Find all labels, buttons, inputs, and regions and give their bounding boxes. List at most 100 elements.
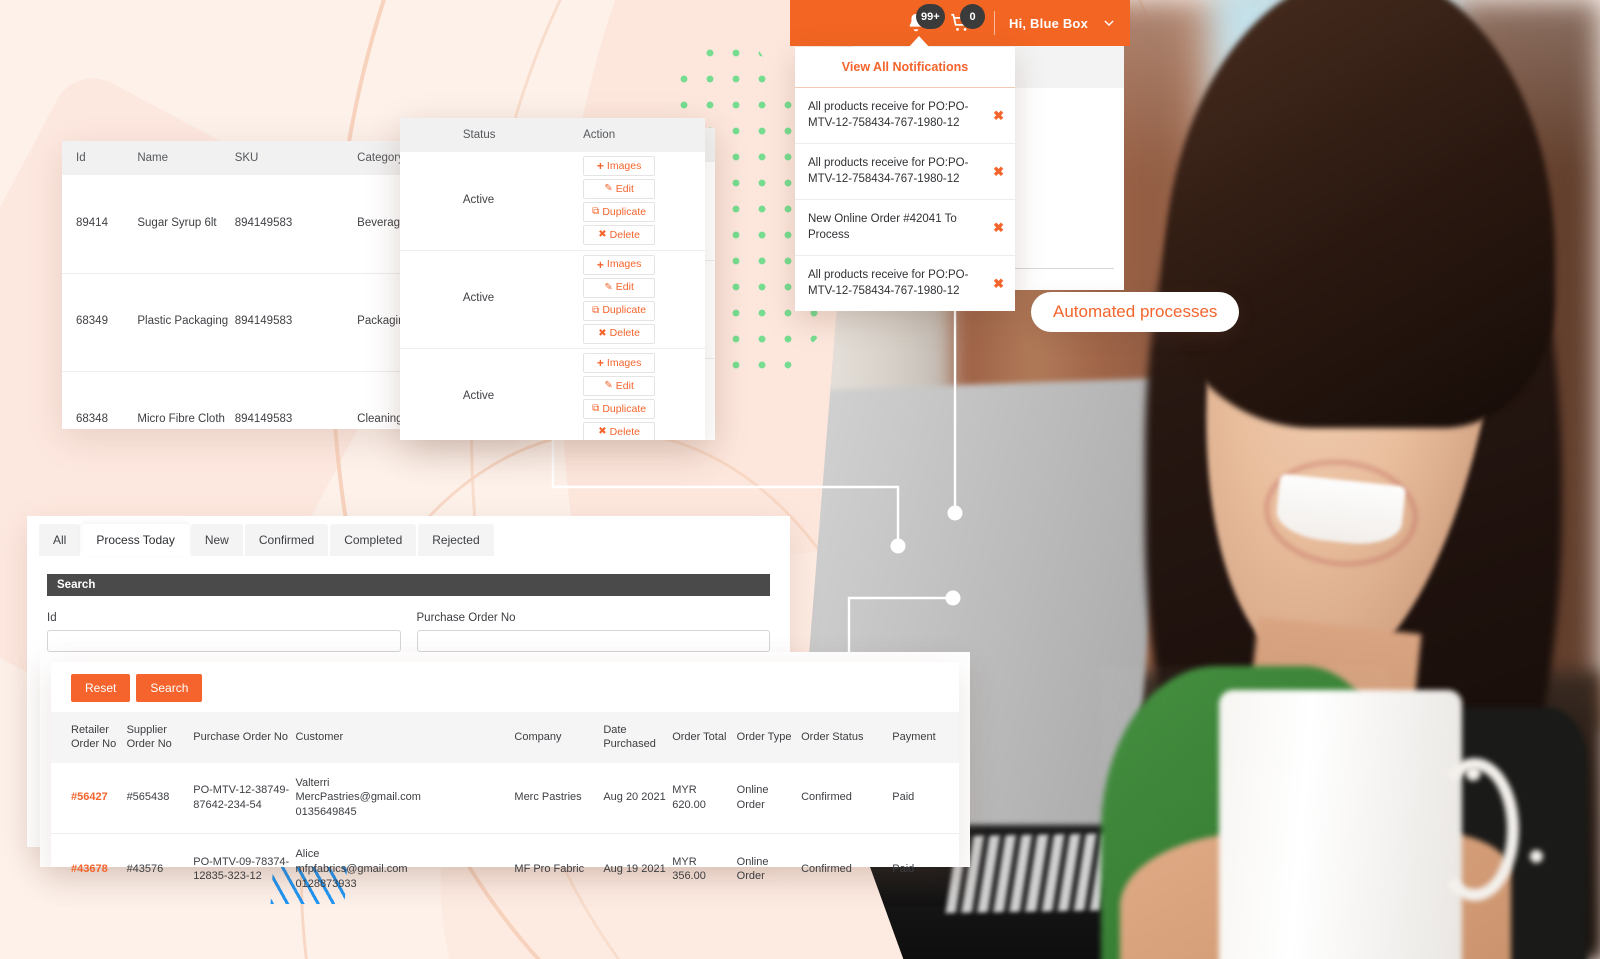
list-item[interactable]: All products receive for PO:PO-MTV-12-75… (795, 144, 1015, 201)
orders-table-body: #56427 #565438 PO-MTV-12-38749-87642-234… (51, 762, 959, 905)
edit-button[interactable]: ✎Edit (583, 375, 656, 396)
orders-action-buttons: Reset Search (51, 662, 959, 712)
cell-date-purchased: Aug 20 2021 (603, 762, 673, 835)
delete-button[interactable]: ✖Delete (583, 323, 656, 344)
reset-button[interactable]: Reset (71, 674, 131, 702)
cross-icon: ✖ (598, 229, 607, 241)
plus-icon: + (596, 355, 604, 370)
images-label: Images (606, 356, 642, 369)
topbar-divider (994, 11, 996, 35)
duplicate-button[interactable]: ⧉Duplicate (583, 202, 656, 223)
tab-rejected[interactable]: Rejected (418, 524, 494, 556)
pencil-icon: ✎ (604, 183, 613, 195)
delete-button[interactable]: ✖Delete (583, 225, 656, 246)
edit-label: Edit (615, 281, 634, 294)
cell-status: Active (462, 152, 584, 251)
col-id: Id (62, 141, 138, 175)
retailer-order-link[interactable]: #56427 (71, 791, 108, 803)
cell-id: 68348 (76, 413, 108, 426)
cell-sku: 894149583 (234, 175, 358, 274)
user-greeting[interactable]: Hi, Blue Box (1009, 16, 1088, 31)
cell-stock-alert: topup stock (400, 348, 463, 440)
duplicate-button[interactable]: ⧉Duplicate (583, 300, 656, 321)
po-field-label: Purchase Order No (416, 612, 516, 624)
list-item[interactable]: New Online Order #42041 To Process ✖ (795, 200, 1015, 257)
cell-payment: Paid (892, 762, 959, 835)
status-badge: Confirmed (801, 762, 893, 835)
po-field-group: Purchase Order No (416, 612, 770, 652)
search-button[interactable]: Search (136, 674, 203, 702)
images-label: Images (606, 258, 642, 271)
tab-all[interactable]: All (39, 524, 81, 556)
notification-text: New Online Order #42041 To Process (808, 213, 957, 241)
delete-label: Delete (609, 425, 641, 438)
view-all-notifications-link[interactable]: View All Notifications (795, 47, 1015, 88)
cell-order-type: Online Order (736, 762, 802, 835)
col-order-type: Order Type (736, 712, 802, 763)
close-icon[interactable]: ✖ (993, 164, 1004, 180)
cart-button[interactable]: 0 (938, 0, 986, 46)
table-row: #43678 #43576 PO-MTV-09-78374-12835-323-… (51, 834, 959, 905)
cell-id: 68349 (62, 273, 138, 372)
search-po-input[interactable] (416, 630, 770, 652)
notification-text: All products receive for PO:PO-MTV-12-75… (808, 157, 969, 185)
cross-icon: ✖ (598, 425, 607, 437)
edit-button[interactable]: ✎Edit (583, 277, 656, 298)
table-row: limited unit Active +Images ✎Edit ⧉Dupli… (400, 152, 705, 251)
col-sku: SKU (234, 141, 358, 175)
pencil-icon: ✎ (604, 281, 613, 293)
tab-process-today[interactable]: Process Today (82, 524, 189, 556)
cell-name: Micro Fibre Cloth (137, 413, 225, 426)
customer-email: MercPastries@gmail.com (295, 791, 421, 804)
chevron-down-icon[interactable] (1102, 16, 1116, 30)
cell-action: +Images ✎Edit ⧉Duplicate ✖Delete (583, 250, 705, 349)
tab-confirmed[interactable]: Confirmed (244, 524, 329, 556)
col-order-status: Order Status (801, 712, 893, 763)
images-button[interactable]: +Images (583, 156, 656, 177)
images-button[interactable]: +Images (583, 254, 656, 275)
customer-phone: 0135649845 (295, 806, 357, 819)
cell-order-total: MYR 356.00 (672, 855, 706, 883)
id-field-group: Id (47, 612, 401, 652)
cell-purchase-order-no: PO-MTV-09-78374-12835-323-12 (193, 855, 290, 883)
cell-supplier-order-no: #43576 (126, 862, 164, 875)
status-badge: Confirmed (801, 862, 852, 875)
close-icon[interactable]: ✖ (993, 276, 1004, 292)
notification-text: All products receive for PO:PO-MTV-12-75… (808, 101, 969, 129)
cell-company: MF Pro Fabric (514, 862, 585, 875)
plus-icon: + (596, 159, 604, 174)
edit-button[interactable]: ✎Edit (583, 179, 656, 200)
list-item[interactable]: All products receive for PO:PO-MTV-12-75… (795, 256, 1015, 311)
col-payment: Payment (892, 712, 959, 763)
duplicate-button[interactable]: ⧉Duplicate (583, 398, 656, 419)
col-stock-alert: Stock Alert (400, 118, 463, 152)
products-table-panel-front: Stock UOM Stock Alert Status Action limi… (400, 118, 705, 440)
cell-customer: Valterri MercPastries@gmail.com 01356498… (295, 762, 515, 835)
col-company: Company (514, 712, 604, 763)
images-button[interactable]: +Images (583, 352, 656, 373)
cell-order-type: Online Order (736, 855, 769, 883)
delete-label: Delete (609, 327, 641, 340)
customer-name: Valterri (295, 776, 330, 789)
list-item[interactable]: All products receive for PO:PO-MTV-12-75… (795, 88, 1015, 145)
copy-icon: ⧉ (592, 402, 600, 414)
notifications-dropdown: View All Notifications All products rece… (795, 47, 1015, 312)
col-order-total: Order Total (672, 712, 737, 763)
delete-button[interactable]: ✖Delete (583, 421, 656, 440)
close-icon[interactable]: ✖ (993, 220, 1004, 236)
customer-email: mfpfabrics@gmail.com (295, 862, 408, 875)
cell-action: +Images ✎Edit ⧉Duplicate ✖Delete (583, 152, 705, 251)
tab-new[interactable]: New (190, 524, 243, 556)
col-status: Status (462, 118, 584, 152)
customer-phone: 0128873933 (295, 877, 357, 890)
cell-customer: Alice mfpfabrics@gmail.com 0128873933 (295, 834, 514, 905)
retailer-order-link[interactable]: #43678 (71, 863, 108, 875)
delete-label: Delete (609, 229, 641, 242)
screenshot-stage: Id Name SKU Category Brand Price Stock U… (0, 0, 1600, 959)
search-id-input[interactable] (47, 630, 401, 652)
duplicate-label: Duplicate (602, 206, 647, 219)
id-field-label: Id (47, 612, 57, 624)
close-icon[interactable]: ✖ (993, 108, 1004, 124)
pencil-icon: ✎ (604, 379, 613, 391)
tab-completed[interactable]: Completed (330, 524, 417, 556)
